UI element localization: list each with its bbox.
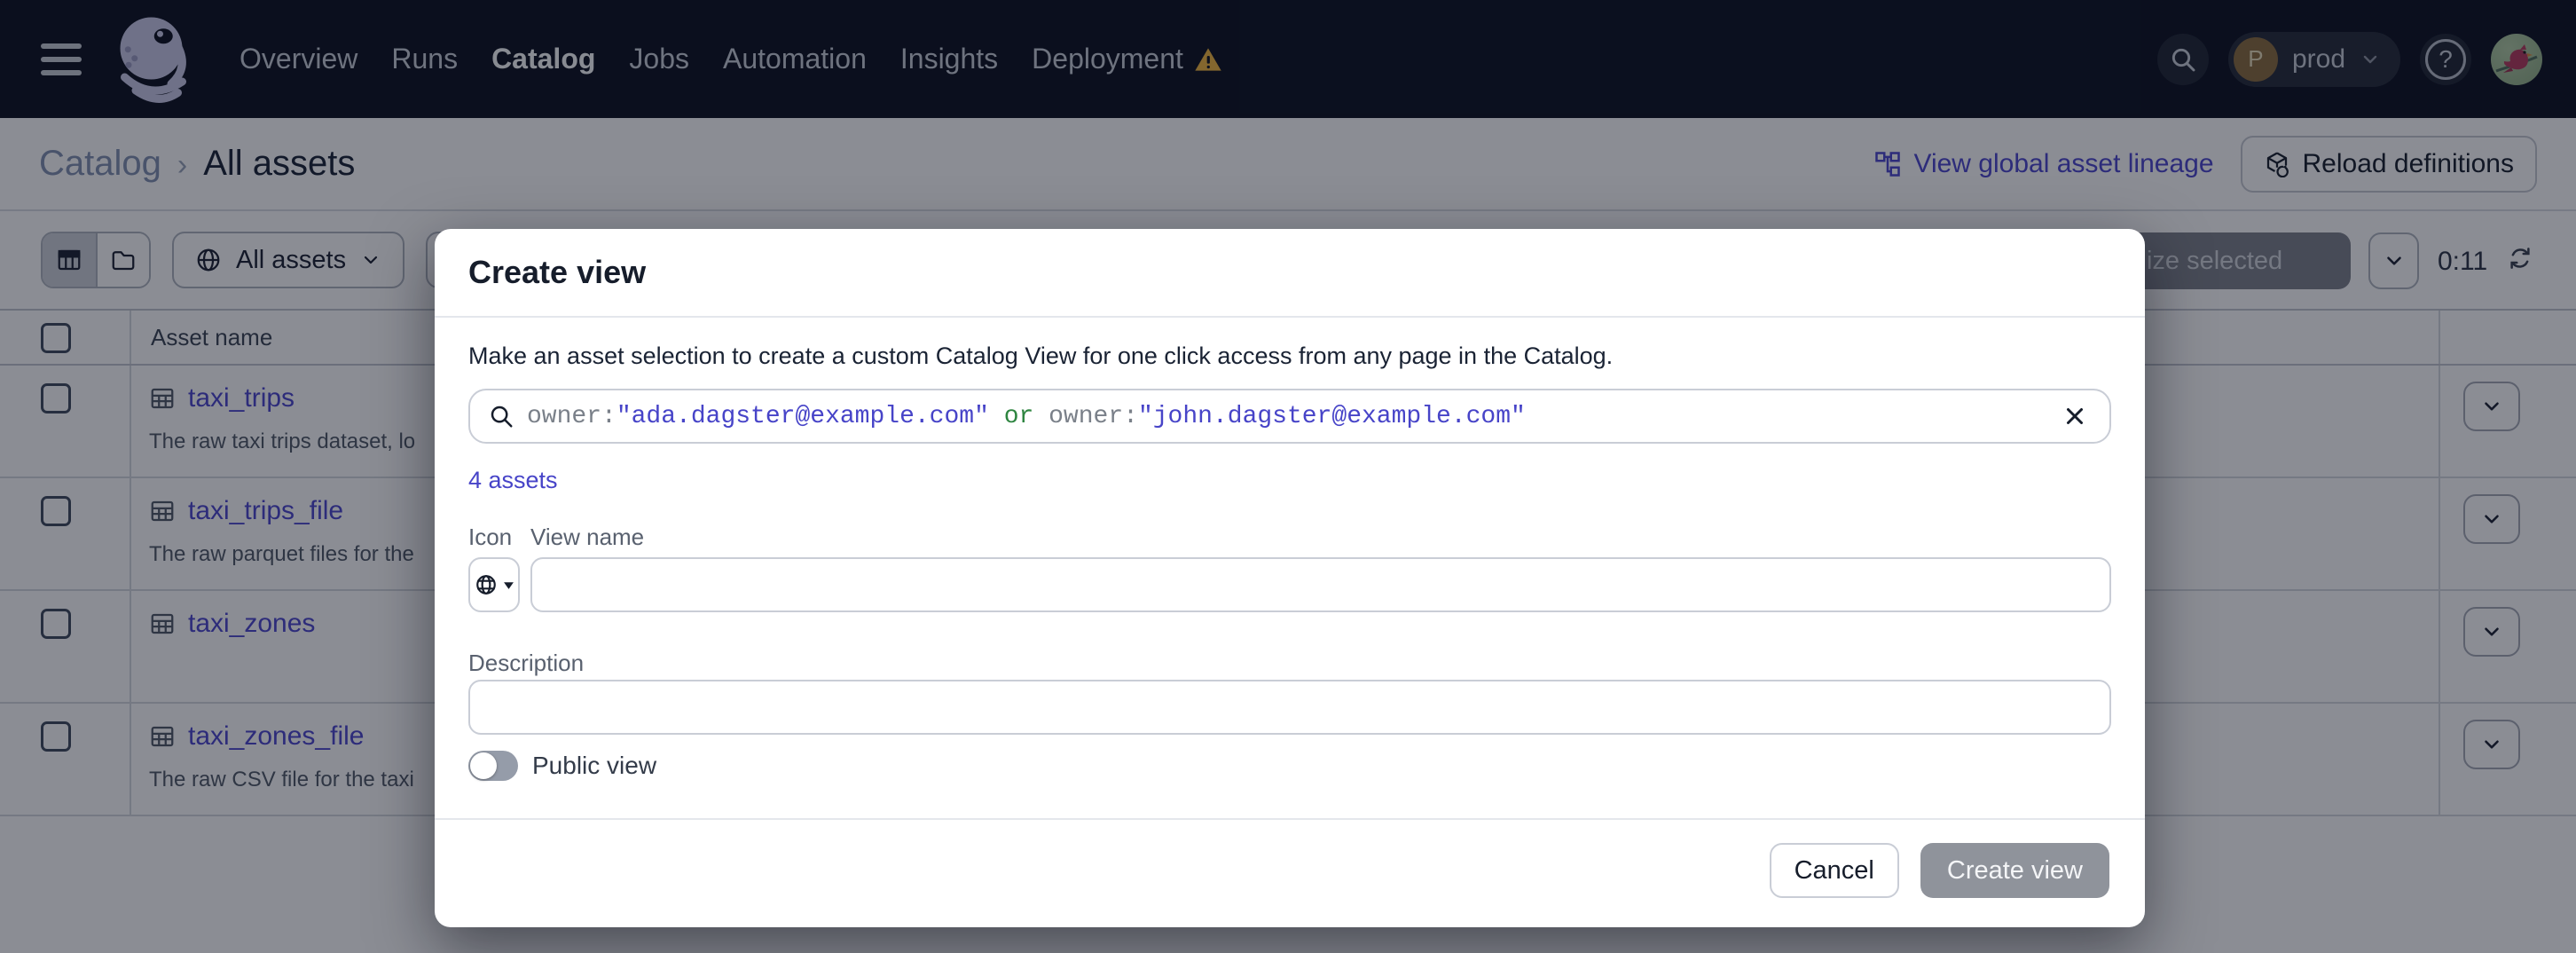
cancel-button[interactable]: Cancel	[1770, 843, 1899, 898]
view-name-field-label: View name	[530, 524, 644, 551]
query-segment: owner:	[1048, 403, 1138, 430]
screen: OverviewRunsCatalogJobsAutomationInsight…	[0, 0, 2576, 953]
public-view-label: Public view	[532, 752, 656, 780]
query-segment: "ada.dagster@example.com"	[617, 403, 989, 430]
globe-icon	[475, 573, 498, 596]
create-view-dialog: Create view Make an asset selection to c…	[435, 229, 2145, 927]
search-icon	[488, 403, 514, 429]
query-segment: "john.dagster@example.com"	[1138, 403, 1526, 430]
dialog-title: Create view	[468, 254, 646, 291]
query-segment: or	[989, 403, 1048, 430]
icon-field-label: Icon	[468, 524, 512, 551]
clear-selection-icon[interactable]	[2058, 399, 2092, 433]
dialog-description: Make an asset selection to create a cust…	[468, 343, 2111, 370]
description-input[interactable]	[468, 680, 2111, 735]
triangle-down-icon	[503, 579, 514, 591]
query-segment: owner:	[527, 403, 617, 430]
description-field-label: Description	[468, 650, 584, 677]
matching-assets-count-link[interactable]: 4 assets	[468, 467, 558, 494]
asset-selection-input[interactable]: owner:"ada.dagster@example.com" or owner…	[468, 389, 2111, 444]
public-view-toggle[interactable]	[468, 751, 518, 781]
asset-selection-input-value: owner:"ada.dagster@example.com" or owner…	[527, 403, 2058, 430]
create-view-button[interactable]: Create view	[1920, 843, 2109, 898]
view-icon-dropdown[interactable]	[468, 557, 520, 612]
view-name-input[interactable]	[530, 557, 2111, 612]
